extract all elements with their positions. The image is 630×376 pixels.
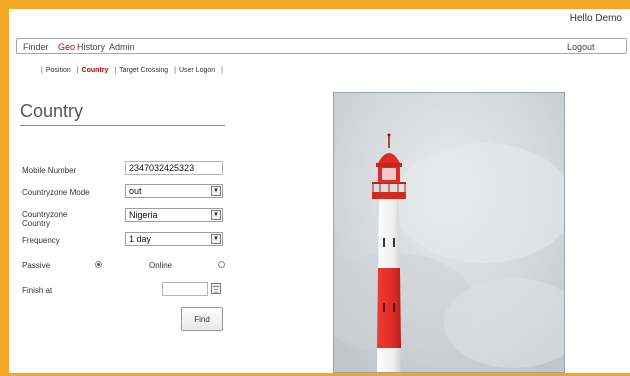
submenu-separator: |	[174, 67, 176, 74]
frequency-value: 1 day	[129, 234, 152, 244]
main-menu-bar: Finder Geo History Admin Logout	[16, 38, 627, 54]
finish-at-label: Finish at	[22, 286, 53, 295]
passive-radio[interactable]	[95, 261, 102, 268]
countryzone-country-label-line1: Countryzone	[22, 210, 68, 219]
menu-item-history[interactable]: History	[77, 39, 105, 55]
menu-item-geo[interactable]: Geo	[58, 39, 75, 55]
submenu-item-user-logon[interactable]: User Logon	[179, 67, 215, 74]
lighthouse-photo	[333, 92, 565, 373]
countryzone-mode-select[interactable]: out ▼	[125, 184, 223, 198]
user-greeting: Hello Demo	[569, 13, 622, 24]
mobile-number-input[interactable]: 2347032425323	[125, 161, 223, 175]
countryzone-country-label-line2: Country	[22, 219, 51, 228]
countryzone-country-select[interactable]: Nigeria ▼	[125, 208, 223, 222]
online-label: Online	[149, 261, 173, 270]
submenu-separator: |	[114, 67, 117, 74]
finish-at-input[interactable]	[162, 282, 208, 296]
submenu-separator: |	[41, 67, 43, 74]
sub-navigation: | Position | Country | Target Crossing | Use…	[37, 67, 226, 74]
submenu-item-position[interactable]: Position	[46, 67, 71, 74]
submenu-item-target-crossing[interactable]: Target Crossing	[119, 67, 168, 74]
passive-label: Passive	[22, 261, 51, 270]
title-divider	[20, 125, 225, 126]
submenu-separator: |	[221, 67, 223, 74]
dropdown-arrow-icon[interactable]: ▼	[211, 234, 221, 244]
logout-link[interactable]: Logout	[567, 39, 595, 55]
dropdown-arrow-icon[interactable]: ▼	[211, 210, 221, 220]
calendar-icon[interactable]	[211, 283, 221, 294]
menu-item-finder[interactable]: Finder	[23, 39, 49, 55]
countryzone-country-value: Nigeria	[129, 210, 158, 220]
find-button[interactable]: Find	[181, 307, 223, 331]
countryzone-mode-label: Countryzone Mode	[22, 188, 90, 197]
page-title: Country	[20, 101, 84, 121]
online-radio[interactable]	[218, 261, 225, 268]
dropdown-arrow-icon[interactable]: ▼	[211, 186, 221, 196]
menu-item-admin[interactable]: Admin	[109, 39, 135, 55]
mobile-number-label: Mobile Number	[22, 166, 77, 175]
frequency-label: Frequency	[22, 236, 60, 245]
submenu-item-country[interactable]: Country	[82, 67, 109, 74]
page: Hello Demo Finder Geo History Admin Logo…	[9, 9, 630, 373]
lighthouse-image	[334, 93, 564, 372]
submenu-separator: |	[76, 67, 79, 74]
frequency-select[interactable]: 1 day ▼	[125, 232, 223, 246]
countryzone-mode-value: out	[129, 186, 142, 196]
